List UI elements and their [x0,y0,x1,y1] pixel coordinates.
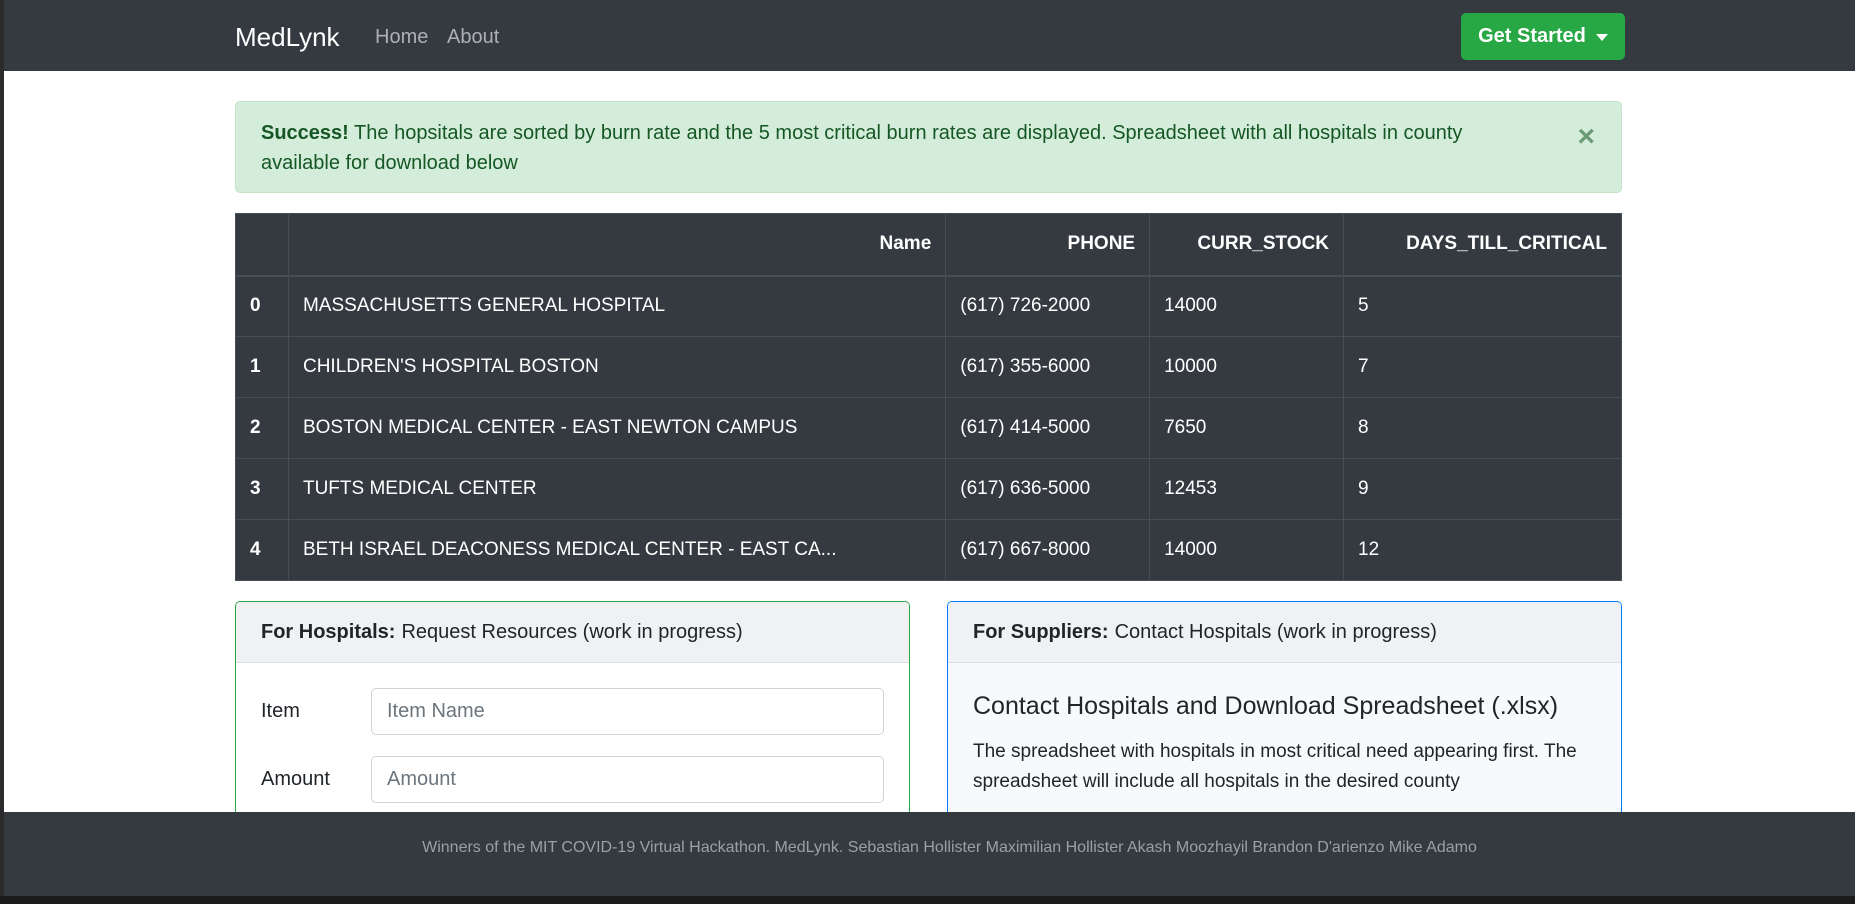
page-footer: Winners of the MIT COVID-19 Virtual Hack… [4,812,1855,904]
hospital-table: Name PHONE CURR_STOCK DAYS_TILL_CRITICAL… [235,213,1622,581]
hospital-name: MASSACHUSETTS GENERAL HOSPITAL [287,275,947,337]
hospital-days: 12 [1343,519,1622,581]
hospital-name: BETH ISRAEL DEACONESS MEDICAL CENTER - E… [287,519,947,581]
item-name-input[interactable] [371,688,884,735]
hospital-phone: (617) 355-6000 [945,336,1151,398]
amount-label: Amount [261,768,330,790]
row-index: 1 [235,336,289,398]
close-icon[interactable]: × [1577,122,1595,152]
header-curr-stock: CURR_STOCK [1149,213,1345,277]
alert-strong: Success! [261,122,349,144]
hospital-days: 5 [1343,275,1622,337]
suppliers-card-title: Contact Hospitals and Download Spreadshe… [973,692,1559,720]
table-row: 4 BETH ISRAEL DEACONESS MEDICAL CENTER -… [235,519,1622,581]
hospitals-card-header: For Hospitals: Request Resources (work i… [236,602,909,663]
hospital-name: TUFTS MEDICAL CENTER [287,458,947,520]
header-index [235,213,289,277]
item-label: Item [261,700,300,722]
suppliers-card-header: For Suppliers: Contact Hospitals (work i… [948,602,1621,663]
hospital-stock: 7650 [1149,397,1345,459]
header-phone: PHONE [945,213,1151,277]
caret-down-icon [1595,34,1608,41]
table-row: 3 TUFTS MEDICAL CENTER (617) 636-5000 12… [235,458,1622,520]
hospital-phone: (617) 726-2000 [945,275,1151,337]
amount-form-row: Amount [261,756,884,803]
hospital-stock: 12453 [1149,458,1345,520]
window-bottom-edge [0,896,1855,904]
hospital-days: 7 [1343,336,1622,398]
navbar: MedLynk Home About Get Started [4,0,1855,71]
brand-logo[interactable]: MedLynk [235,22,340,53]
hospital-days: 9 [1343,458,1622,520]
row-index: 2 [235,397,289,459]
get-started-dropdown-button[interactable]: Get Started [1461,13,1625,60]
row-index: 4 [235,519,289,581]
table-row: 0 MASSACHUSETTS GENERAL HOSPITAL (617) 7… [235,275,1622,337]
hospital-phone: (617) 414-5000 [945,397,1151,459]
footer-text: Winners of the MIT COVID-19 Virtual Hack… [422,839,1477,856]
suppliers-contact-card: For Suppliers: Contact Hospitals (work i… [947,601,1622,816]
header-days-till-critical: DAYS_TILL_CRITICAL [1343,213,1622,277]
table-row: 2 BOSTON MEDICAL CENTER - EAST NEWTON CA… [235,397,1622,459]
success-alert: Success! The hopsitals are sorted by bur… [235,101,1622,193]
row-index: 3 [235,458,289,520]
table-row: 1 CHILDREN'S HOSPITAL BOSTON (617) 355-6… [235,336,1622,398]
nav-link-home[interactable]: Home [375,26,428,49]
hospital-stock: 14000 [1149,519,1345,581]
row-index: 0 [235,275,289,337]
hospital-name: BOSTON MEDICAL CENTER - EAST NEWTON CAMP… [287,397,947,459]
suppliers-card-header-text: Contact Hospitals (work in progress) [1114,620,1437,643]
header-name: Name [287,213,947,277]
hospital-stock: 10000 [1149,336,1345,398]
hospital-phone: (617) 667-8000 [945,519,1151,581]
hospital-days: 8 [1343,397,1622,459]
alert-message: The hopsitals are sorted by burn rate an… [261,122,1463,174]
table-header-row: Name PHONE CURR_STOCK DAYS_TILL_CRITICAL [235,213,1622,277]
amount-input[interactable] [371,756,884,803]
get-started-label: Get Started [1478,25,1586,47]
suppliers-card-text: The spreadsheet with hospitals in most c… [973,741,1577,792]
hospitals-card-header-strong: For Hospitals: [261,620,396,643]
hospital-stock: 14000 [1149,275,1345,337]
hospitals-request-card: For Hospitals: Request Resources (work i… [235,601,910,816]
suppliers-card-header-strong: For Suppliers: [973,620,1109,643]
hospital-phone: (617) 636-5000 [945,458,1151,520]
window-left-edge [0,0,4,904]
hospitals-card-header-text: Request Resources (work in progress) [401,620,743,643]
nav-link-about[interactable]: About [447,26,499,49]
hospital-name: CHILDREN'S HOSPITAL BOSTON [287,336,947,398]
item-form-row: Item [261,688,884,735]
